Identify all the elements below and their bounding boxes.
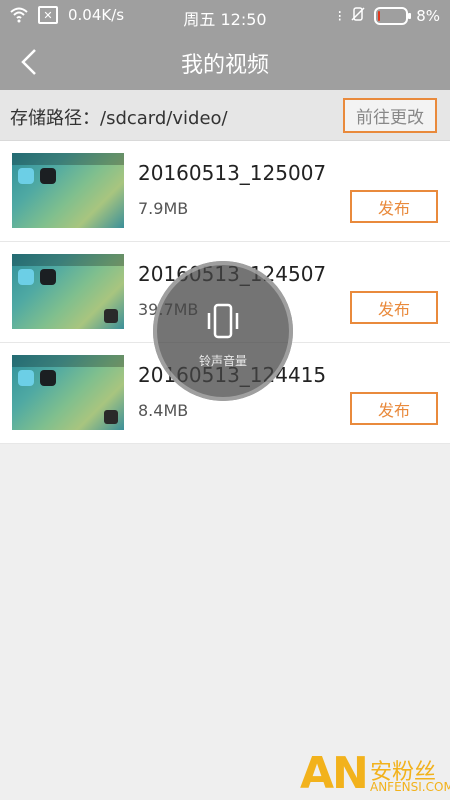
- publish-button[interactable]: 发布: [350, 291, 438, 324]
- video-size: 7.9MB: [138, 199, 189, 218]
- vibrate-off-icon: [350, 6, 366, 26]
- watermark-an: AN: [300, 748, 369, 799]
- vibrate-icon: [207, 303, 239, 339]
- storage-path-label: 存储路径：/sdcard/video/: [10, 108, 228, 129]
- video-thumbnail[interactable]: [12, 254, 124, 329]
- more-dots-icon: ⁝: [337, 7, 343, 25]
- video-thumbnail[interactable]: [12, 153, 124, 228]
- watermark-logo: AN 安粉丝 ANFENSI.COM: [300, 748, 450, 800]
- app-header: 我的视频: [0, 33, 450, 90]
- overlay-label: 铃声音量: [198, 354, 247, 368]
- video-name: 20160513_125007: [138, 161, 327, 185]
- battery-icon: [374, 7, 412, 25]
- video-size: 8.4MB: [138, 401, 189, 420]
- watermark-en: ANFENSI.COM: [370, 780, 450, 794]
- status-bar: ✕ 0.04K/s 周五 12:50 ⁝ 8%: [0, 0, 450, 33]
- status-right: ⁝ 8%: [337, 6, 440, 26]
- battery-percent: 8%: [416, 7, 440, 25]
- publish-button[interactable]: 发布: [350, 190, 438, 223]
- publish-button[interactable]: 发布: [350, 392, 438, 425]
- ringer-volume-overlay: 铃声音量: [153, 261, 293, 401]
- change-path-button[interactable]: 前往更改: [343, 98, 437, 133]
- video-thumbnail[interactable]: [12, 355, 124, 430]
- page-title: 我的视频: [180, 53, 269, 78]
- video-item[interactable]: 20160513_125007 7.9MB 发布: [0, 141, 450, 242]
